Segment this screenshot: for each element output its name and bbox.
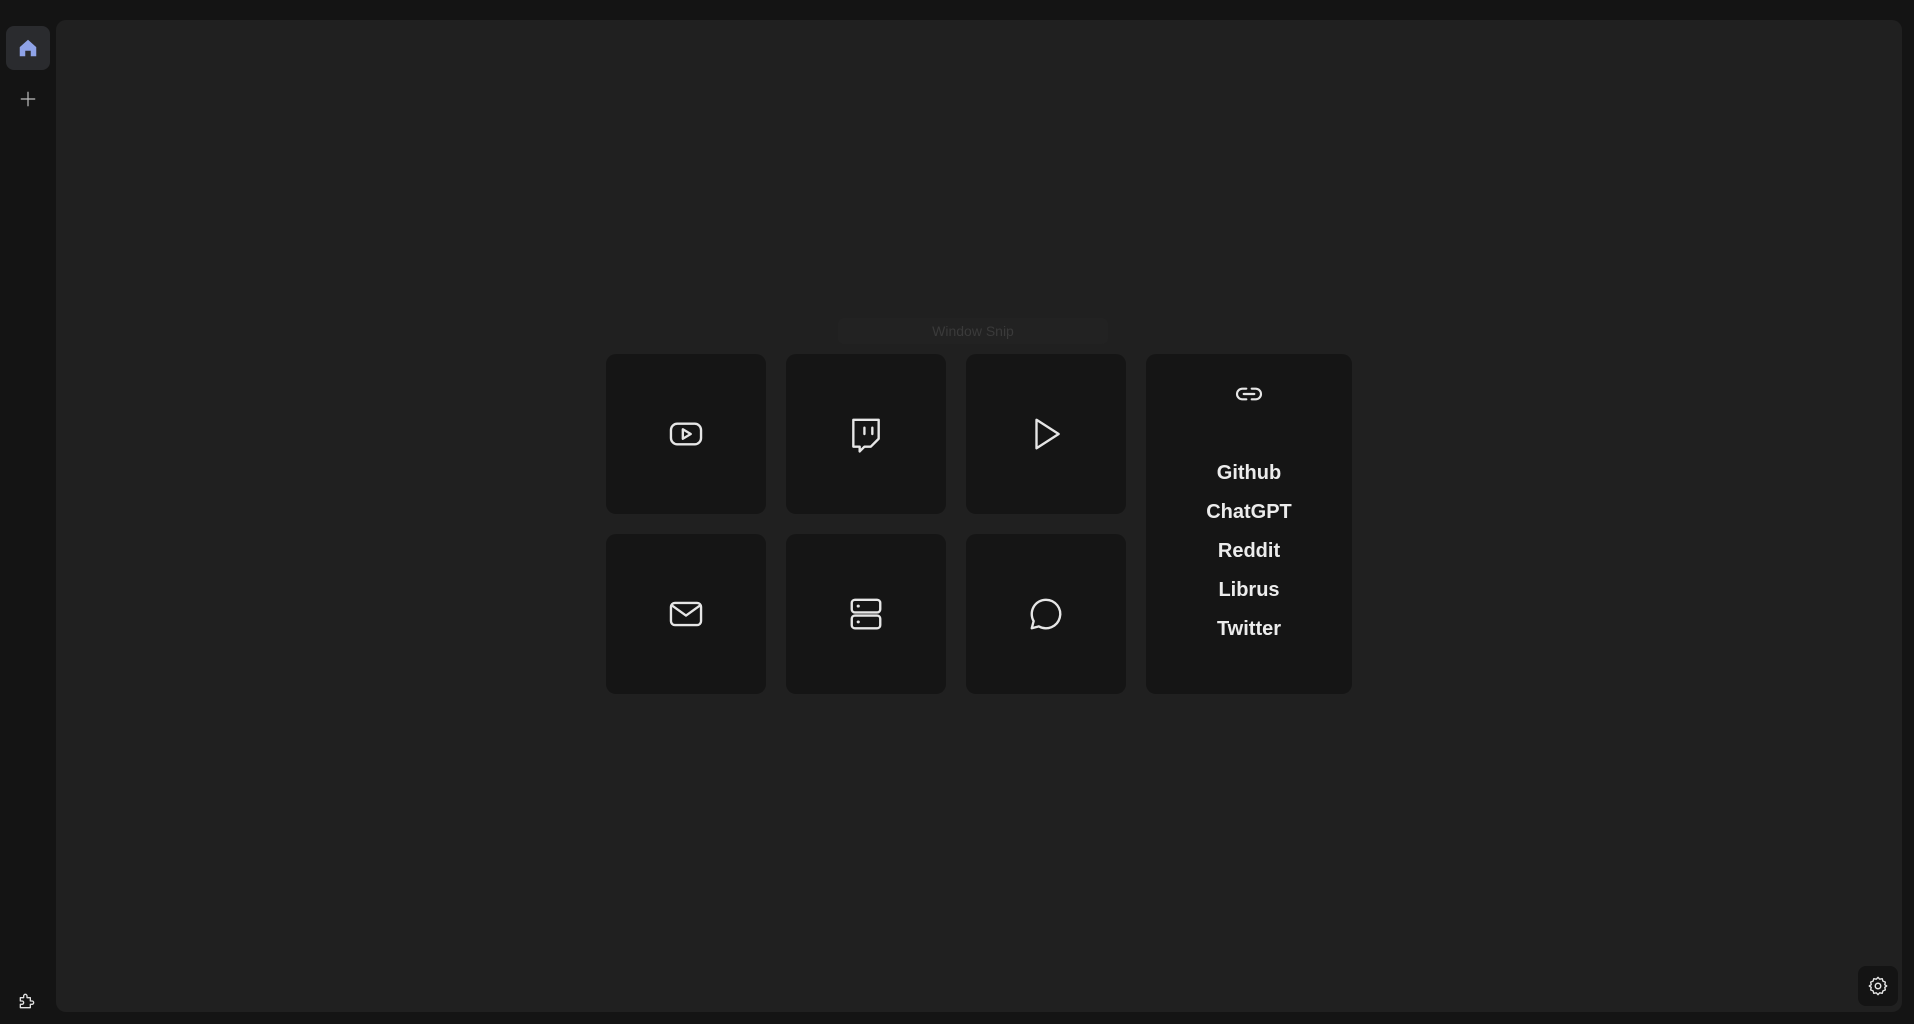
- youtube-tile[interactable]: [606, 354, 766, 514]
- mail-icon: [669, 601, 703, 627]
- sidebar-home-button[interactable]: [6, 26, 50, 70]
- link-twitter[interactable]: Twitter: [1146, 610, 1352, 649]
- home-icon: [19, 39, 37, 57]
- chat-tile[interactable]: [966, 534, 1126, 694]
- links-panel: Github ChatGPT Reddit Librus Twitter: [1146, 354, 1352, 694]
- link-chatgpt[interactable]: ChatGPT: [1146, 493, 1352, 532]
- window-snip-label: Window Snip: [838, 318, 1108, 344]
- settings-button[interactable]: [1858, 966, 1898, 1006]
- links-header: [1231, 376, 1267, 412]
- link-icon: [1236, 387, 1262, 401]
- link-github[interactable]: Github: [1146, 454, 1352, 493]
- youtube-icon: [669, 422, 703, 446]
- extensions-button[interactable]: [10, 984, 44, 1018]
- plus-icon: [20, 91, 36, 107]
- play-tile[interactable]: [966, 354, 1126, 514]
- server-tile[interactable]: [786, 534, 946, 694]
- sidebar: [0, 0, 56, 1024]
- chat-bubble-icon: [1030, 598, 1062, 630]
- play-icon: [1035, 418, 1060, 450]
- puzzle-icon: [19, 993, 35, 1009]
- twitch-tile[interactable]: [786, 354, 946, 514]
- mail-tile[interactable]: [606, 534, 766, 694]
- link-librus[interactable]: Librus: [1146, 571, 1352, 610]
- links-list: Github ChatGPT Reddit Librus Twitter: [1146, 454, 1352, 649]
- main-panel: [56, 20, 1902, 1012]
- gear-icon: [1868, 976, 1888, 996]
- twitch-icon: [852, 418, 880, 453]
- sidebar-add-button[interactable]: [6, 77, 50, 121]
- server-icon: [850, 598, 882, 630]
- link-reddit[interactable]: Reddit: [1146, 532, 1352, 571]
